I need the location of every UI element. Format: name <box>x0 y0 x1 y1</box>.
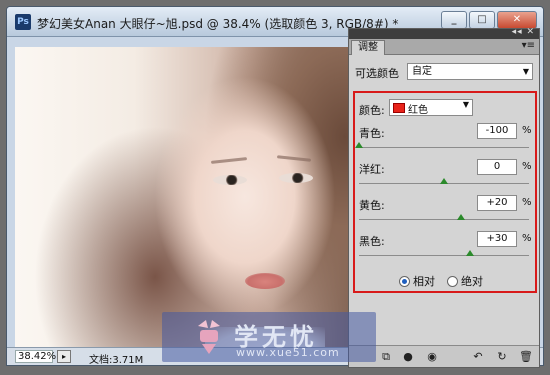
status-info-icon[interactable]: ▸ <box>57 350 71 363</box>
panel-tab-bar: 调整 ▾≡ <box>349 39 539 55</box>
radio-selected-icon <box>399 275 410 287</box>
lips <box>245 273 285 289</box>
zoom-field[interactable]: 38.42% <box>15 350 56 363</box>
slider-track[interactable] <box>359 255 529 256</box>
absolute-radio[interactable]: 绝对 <box>447 273 483 289</box>
percent-unit: % <box>522 161 532 172</box>
tab-adjustments[interactable]: 调整 <box>351 40 385 55</box>
minimize-button[interactable]: _ <box>441 11 467 29</box>
slider-label: 黑色: <box>359 235 385 248</box>
colors-label: 颜色: <box>359 104 385 117</box>
slider-track[interactable] <box>359 147 529 148</box>
slider-label: 洋红: <box>359 163 385 176</box>
watermark-url: www.xue51.com <box>236 346 340 359</box>
window-title: 梦幻美女Anan 大眼仔~旭.psd @ 38.4% (选取颜色 3, RGB/… <box>37 17 399 31</box>
adjustments-panel: ◂◂ ✕ 调整 ▾≡ 可选颜色 自定 ▼ 颜色: 红色 ▼ 青色: -100% 洋红… <box>348 27 540 368</box>
panel-menu-icon[interactable]: ▾≡ <box>522 40 535 51</box>
percent-unit: % <box>522 233 532 244</box>
slider-thumb-icon[interactable] <box>355 142 363 148</box>
slider-value-input[interactable]: 0 <box>477 159 517 175</box>
colors-dropdown[interactable]: 红色 ▼ <box>389 99 473 116</box>
relative-radio[interactable]: 相对 <box>399 273 435 289</box>
xue51-logo-icon <box>198 320 220 354</box>
visibility-icon[interactable]: ● <box>401 350 415 364</box>
preset-value: 自定 <box>412 66 432 77</box>
collapse-icon[interactable]: ◂◂ ✕ <box>512 27 535 37</box>
chevron-down-icon: ▼ <box>462 100 469 109</box>
slider-thumb-icon[interactable] <box>465 250 474 256</box>
slider-label: 黄色: <box>359 199 385 212</box>
image-canvas[interactable] <box>15 47 355 351</box>
preset-row: 可选颜色 自定 ▼ <box>355 63 535 81</box>
previous-state-icon[interactable]: ↶ <box>471 350 485 364</box>
red-swatch-icon <box>393 103 405 113</box>
colors-value: 红色 <box>408 105 428 116</box>
eye-icon[interactable]: ◉ <box>425 350 439 364</box>
left-eye <box>213 175 247 185</box>
reset-icon[interactable]: ↻ <box>495 350 509 364</box>
slider-value-input[interactable]: -100 <box>477 123 517 139</box>
preset-dropdown[interactable]: 自定 ▼ <box>407 63 533 80</box>
slider-thumb-icon[interactable] <box>440 178 448 184</box>
slider-row: 黄色: +20% <box>359 195 532 229</box>
percent-unit: % <box>522 197 532 208</box>
document-size: 文档:3.71M <box>89 355 144 366</box>
slider-thumb-icon[interactable] <box>457 214 465 220</box>
photoshop-logo-icon: Ps <box>15 14 31 30</box>
delete-icon[interactable]: 🗑 <box>519 350 533 364</box>
clip-icon[interactable]: ⧉ <box>379 350 393 364</box>
absolute-label: 绝对 <box>461 275 483 288</box>
slider-value-input[interactable]: +30 <box>477 231 517 247</box>
relative-label: 相对 <box>413 275 435 288</box>
right-eye <box>279 173 313 183</box>
selective-color-settings: 颜色: 红色 ▼ 青色: -100% 洋红: 0% 黄色: +20% 黑色: +30% 相对 … <box>353 91 537 293</box>
preset-label: 可选颜色 <box>355 67 399 80</box>
restore-button[interactable]: □ <box>469 11 495 29</box>
slider-label: 青色: <box>359 127 385 140</box>
chevron-down-icon: ▼ <box>522 67 529 76</box>
slider-row: 青色: -100% <box>355 123 532 157</box>
method-group: 相对 绝对 <box>399 273 483 289</box>
slider-track[interactable] <box>359 219 529 220</box>
slider-row: 洋红: 0% <box>359 159 532 193</box>
slider-row: 黑色: +30% <box>359 231 532 265</box>
panel-footer: ⧉ ● ◉ ↶ ↻ 🗑 <box>349 345 539 367</box>
slider-value-input[interactable]: +20 <box>477 195 517 211</box>
watermark: 学无忧 www.xue51.com <box>162 312 376 362</box>
portrait-photo <box>15 47 355 351</box>
radio-unselected-icon <box>447 275 458 287</box>
panel-header-strip: ◂◂ ✕ <box>349 27 539 39</box>
percent-unit: % <box>522 125 532 136</box>
